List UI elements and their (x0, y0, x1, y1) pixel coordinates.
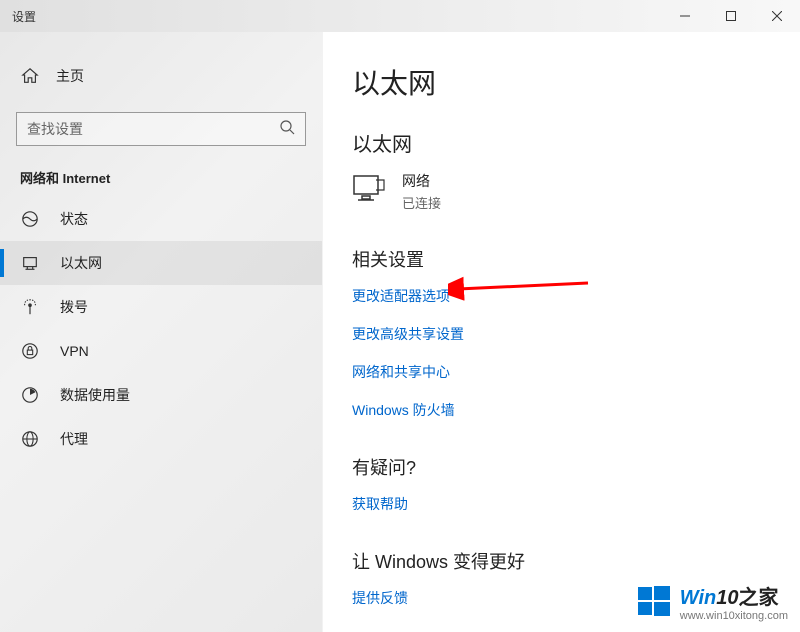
status-icon (20, 209, 40, 229)
nav-label: VPN (60, 343, 89, 359)
connection-section-title: 以太网 (352, 128, 770, 157)
related-link-1[interactable]: 更改高级共享设置 (352, 324, 770, 344)
sidebar: 主页 网络和 Internet 状态以太网拨号 VPN 数据使用量代理 (0, 32, 322, 632)
proxy-icon (20, 429, 40, 449)
dialup-icon (20, 297, 40, 317)
nav-item-data[interactable]: 数据使用量 (0, 373, 322, 417)
feedback-section-title: 让 Windows 变得更好 (352, 548, 770, 574)
category-heading: 网络和 Internet (0, 146, 322, 197)
watermark-title: Win10之家 (680, 581, 788, 610)
data-icon (20, 385, 40, 405)
home-button[interactable]: 主页 (0, 58, 322, 94)
nav-item-status[interactable]: 状态 (0, 197, 322, 241)
nav-label: 以太网 (60, 253, 102, 273)
ethernet-icon (352, 174, 402, 209)
network-row[interactable]: 网络 已连接 (352, 171, 770, 212)
search-icon (279, 119, 295, 140)
close-button[interactable] (754, 0, 800, 32)
home-icon (20, 66, 40, 86)
page-title: 以太网 (352, 62, 770, 102)
main-content: 以太网 以太网 网络 已连接 相关设置 更改适配器选项更改高级共享设置网络和共享… (322, 32, 800, 632)
help-link[interactable]: 获取帮助 (352, 494, 770, 514)
windows-logo-icon (636, 584, 672, 620)
titlebar: 设置 (0, 0, 800, 32)
nav-label: 数据使用量 (60, 385, 130, 405)
nav-item-proxy[interactable]: 代理 (0, 417, 322, 461)
related-link-0[interactable]: 更改适配器选项 (352, 286, 770, 306)
related-link-3[interactable]: Windows 防火墙 (352, 400, 770, 420)
home-label: 主页 (56, 66, 84, 86)
window-title: 设置 (12, 8, 662, 25)
watermark: Win10之家 www.win10xitong.com (636, 581, 788, 622)
nav-label: 代理 (60, 429, 88, 449)
watermark-url: www.win10xitong.com (680, 610, 788, 622)
minimize-button[interactable] (662, 0, 708, 32)
ethernet-icon (20, 253, 40, 273)
nav-item-ethernet[interactable]: 以太网 (0, 241, 322, 285)
search-box[interactable] (16, 112, 306, 146)
related-section-title: 相关设置 (352, 246, 770, 272)
window-controls (662, 0, 800, 32)
maximize-button[interactable] (708, 0, 754, 32)
nav-item-dialup[interactable]: 拨号 (0, 285, 322, 329)
related-link-2[interactable]: 网络和共享中心 (352, 362, 770, 382)
network-status: 已连接 (402, 193, 441, 212)
nav-item-vpn[interactable]: VPN (0, 329, 322, 373)
nav-label: 拨号 (60, 297, 88, 317)
search-input[interactable] (27, 121, 279, 137)
help-section-title: 有疑问? (352, 454, 770, 480)
network-name: 网络 (402, 171, 441, 191)
vpn-icon (20, 341, 40, 361)
nav-label: 状态 (60, 209, 88, 229)
